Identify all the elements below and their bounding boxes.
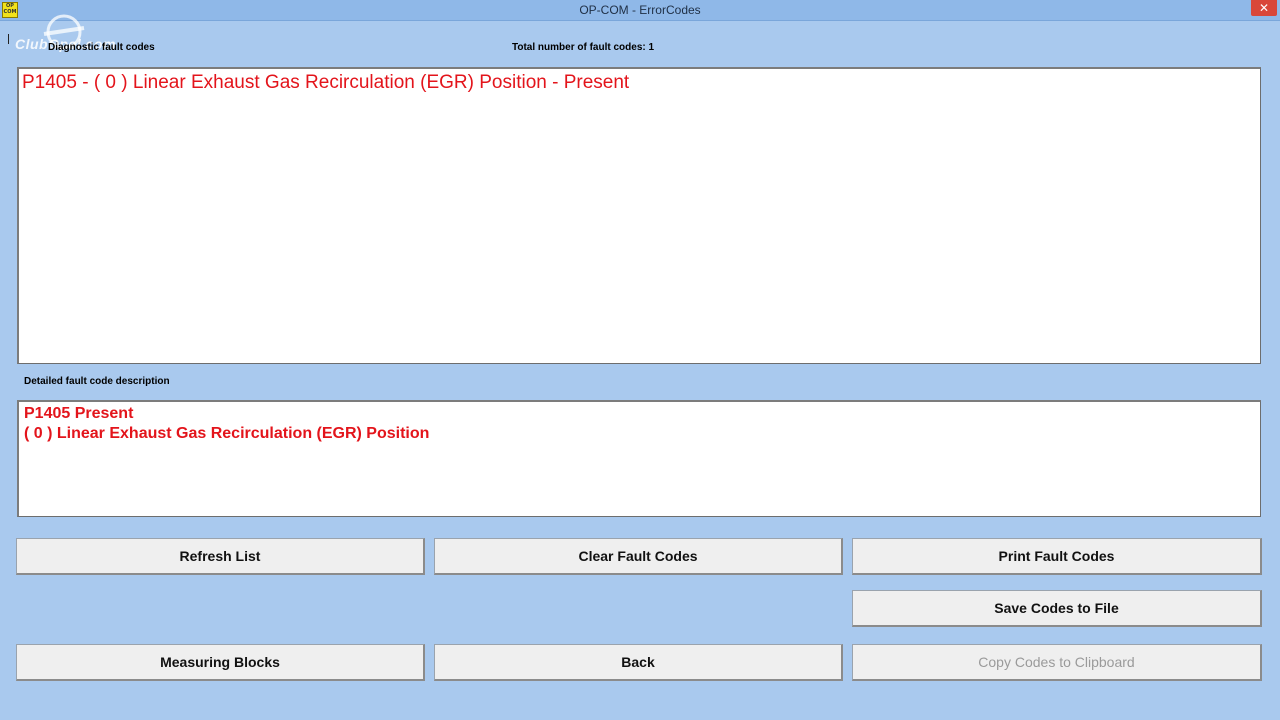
refresh-list-button[interactable]: Refresh List: [16, 538, 425, 575]
close-button[interactable]: ✕: [1251, 0, 1277, 16]
print-fault-codes-button[interactable]: Print Fault Codes: [852, 538, 1262, 575]
description-line-1: P1405 Present: [24, 405, 134, 422]
window-title: OP-COM - ErrorCodes: [579, 3, 701, 17]
detailed-description-label: Detailed fault code description: [24, 376, 170, 387]
fault-code-list[interactable]: P1405 - ( 0 ) Linear Exhaust Gas Recircu…: [17, 67, 1261, 364]
total-fault-codes-label: Total number of fault codes: 1: [512, 42, 655, 53]
save-codes-to-file-button[interactable]: Save Codes to File: [852, 590, 1262, 627]
clear-fault-codes-button[interactable]: Clear Fault Codes: [434, 538, 843, 575]
text-caret: [8, 34, 9, 44]
list-item[interactable]: P1405 - ( 0 ) Linear Exhaust Gas Recircu…: [22, 72, 629, 94]
copy-codes-to-clipboard-button: Copy Codes to Clipboard: [852, 644, 1262, 681]
title-bar: OP COM OP-COM - ErrorCodes ✕: [0, 0, 1280, 21]
description-line-2: ( 0 ) Linear Exhaust Gas Recirculation (…: [24, 425, 430, 442]
fault-description-box[interactable]: P1405 Present ( 0 ) Linear Exhaust Gas R…: [17, 400, 1261, 517]
back-button[interactable]: Back: [434, 644, 843, 681]
fault-codes-label: Diagnostic fault codes: [48, 42, 155, 53]
measuring-blocks-button[interactable]: Measuring Blocks: [16, 644, 425, 681]
